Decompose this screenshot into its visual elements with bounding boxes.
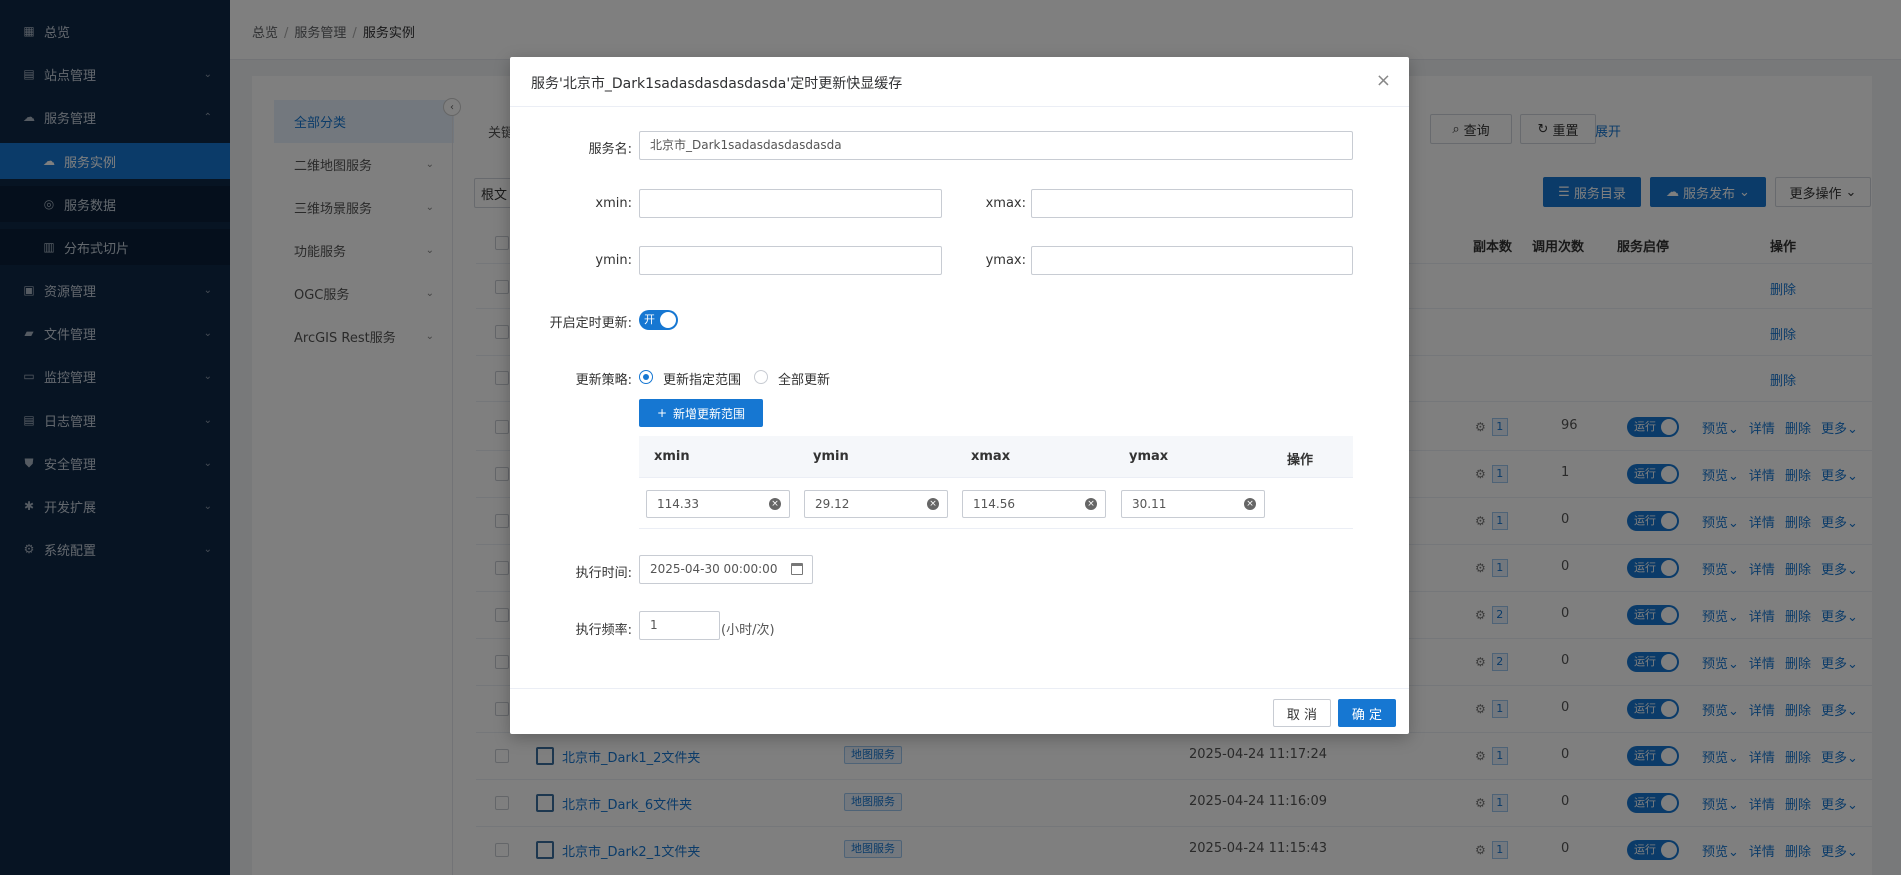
strategy-all-radio[interactable] [754,370,768,384]
add-range-label: 新增更新范围 [673,406,746,421]
close-icon[interactable]: × [1376,70,1391,91]
range-xmax-input[interactable]: 114.56 × [962,490,1106,518]
dialog-footer-divider [510,688,1409,689]
range-col-ops: 操作 [1287,453,1314,468]
strategy-label: 更新策略: [575,373,632,388]
xmax-label: xmax: [985,196,1026,211]
plus-icon: + [656,406,668,420]
strategy-all-label[interactable]: 全部更新 [778,369,830,388]
ymin-label: ymin: [595,253,632,268]
range-ymin-input[interactable]: 29.12 × [804,490,948,518]
dialog-header: 服务'北京市_Dark1sadasdasdasdasda'定时更新快显缓存 × [510,57,1409,107]
range-xmax-value: 114.56 [973,497,1015,511]
range-ymax-value: 30.11 [1132,497,1167,511]
add-range-button[interactable]: + 新增更新范围 [639,399,763,427]
xmin-label: xmin: [595,196,632,211]
confirm-button[interactable]: 确 定 [1338,699,1396,727]
timer-label: 开启定时更新: [549,316,632,331]
range-col-xmin: xmin [654,449,690,464]
range-ymin-value: 29.12 [815,497,850,511]
strategy-range-radio[interactable] [639,370,653,384]
service-name-label: 服务名: [588,142,632,157]
clear-icon[interactable]: × [769,498,781,510]
exec-time-value: 2025-04-30 00:00:00 [650,562,778,576]
service-name-input[interactable]: 北京市_Dark1sadasdasdasdasda [639,131,1353,160]
freq-label: 执行频率: [575,623,632,638]
exec-time-picker[interactable]: 2025-04-30 00:00:00 [639,555,813,584]
range-col-ymin: ymin [813,449,849,464]
clear-icon[interactable]: × [1244,498,1256,510]
range-table-divider [639,528,1353,529]
calendar-icon [791,563,803,575]
exec-time-label: 执行时间: [575,566,632,581]
range-xmin-value: 114.33 [657,497,699,511]
ymax-input[interactable] [1031,246,1353,275]
toggle-on-label: 开 [644,313,655,326]
dialog-title: 服务'北京市_Dark1sadasdasdasdasda'定时更新快显缓存 [531,76,903,92]
timer-toggle[interactable]: 开 [639,310,678,330]
xmax-input[interactable] [1031,189,1353,218]
range-col-xmax: xmax [971,449,1011,464]
strategy-range-label[interactable]: 更新指定范围 [663,369,741,388]
cancel-button[interactable]: 取 消 [1273,699,1331,727]
clear-icon[interactable]: × [1085,498,1097,510]
range-col-ymax: ymax [1129,449,1169,464]
range-xmin-input[interactable]: 114.33 × [646,490,790,518]
freq-unit: (小时/次) [721,623,775,638]
range-table-header: xmin ymin xmax ymax 操作 [639,436,1353,478]
freq-input[interactable]: 1 [639,611,720,640]
ymin-input[interactable] [639,246,942,275]
ymax-label: ymax: [985,253,1026,268]
xmin-input[interactable] [639,189,942,218]
range-ymax-input[interactable]: 30.11 × [1121,490,1265,518]
clear-icon[interactable]: × [927,498,939,510]
